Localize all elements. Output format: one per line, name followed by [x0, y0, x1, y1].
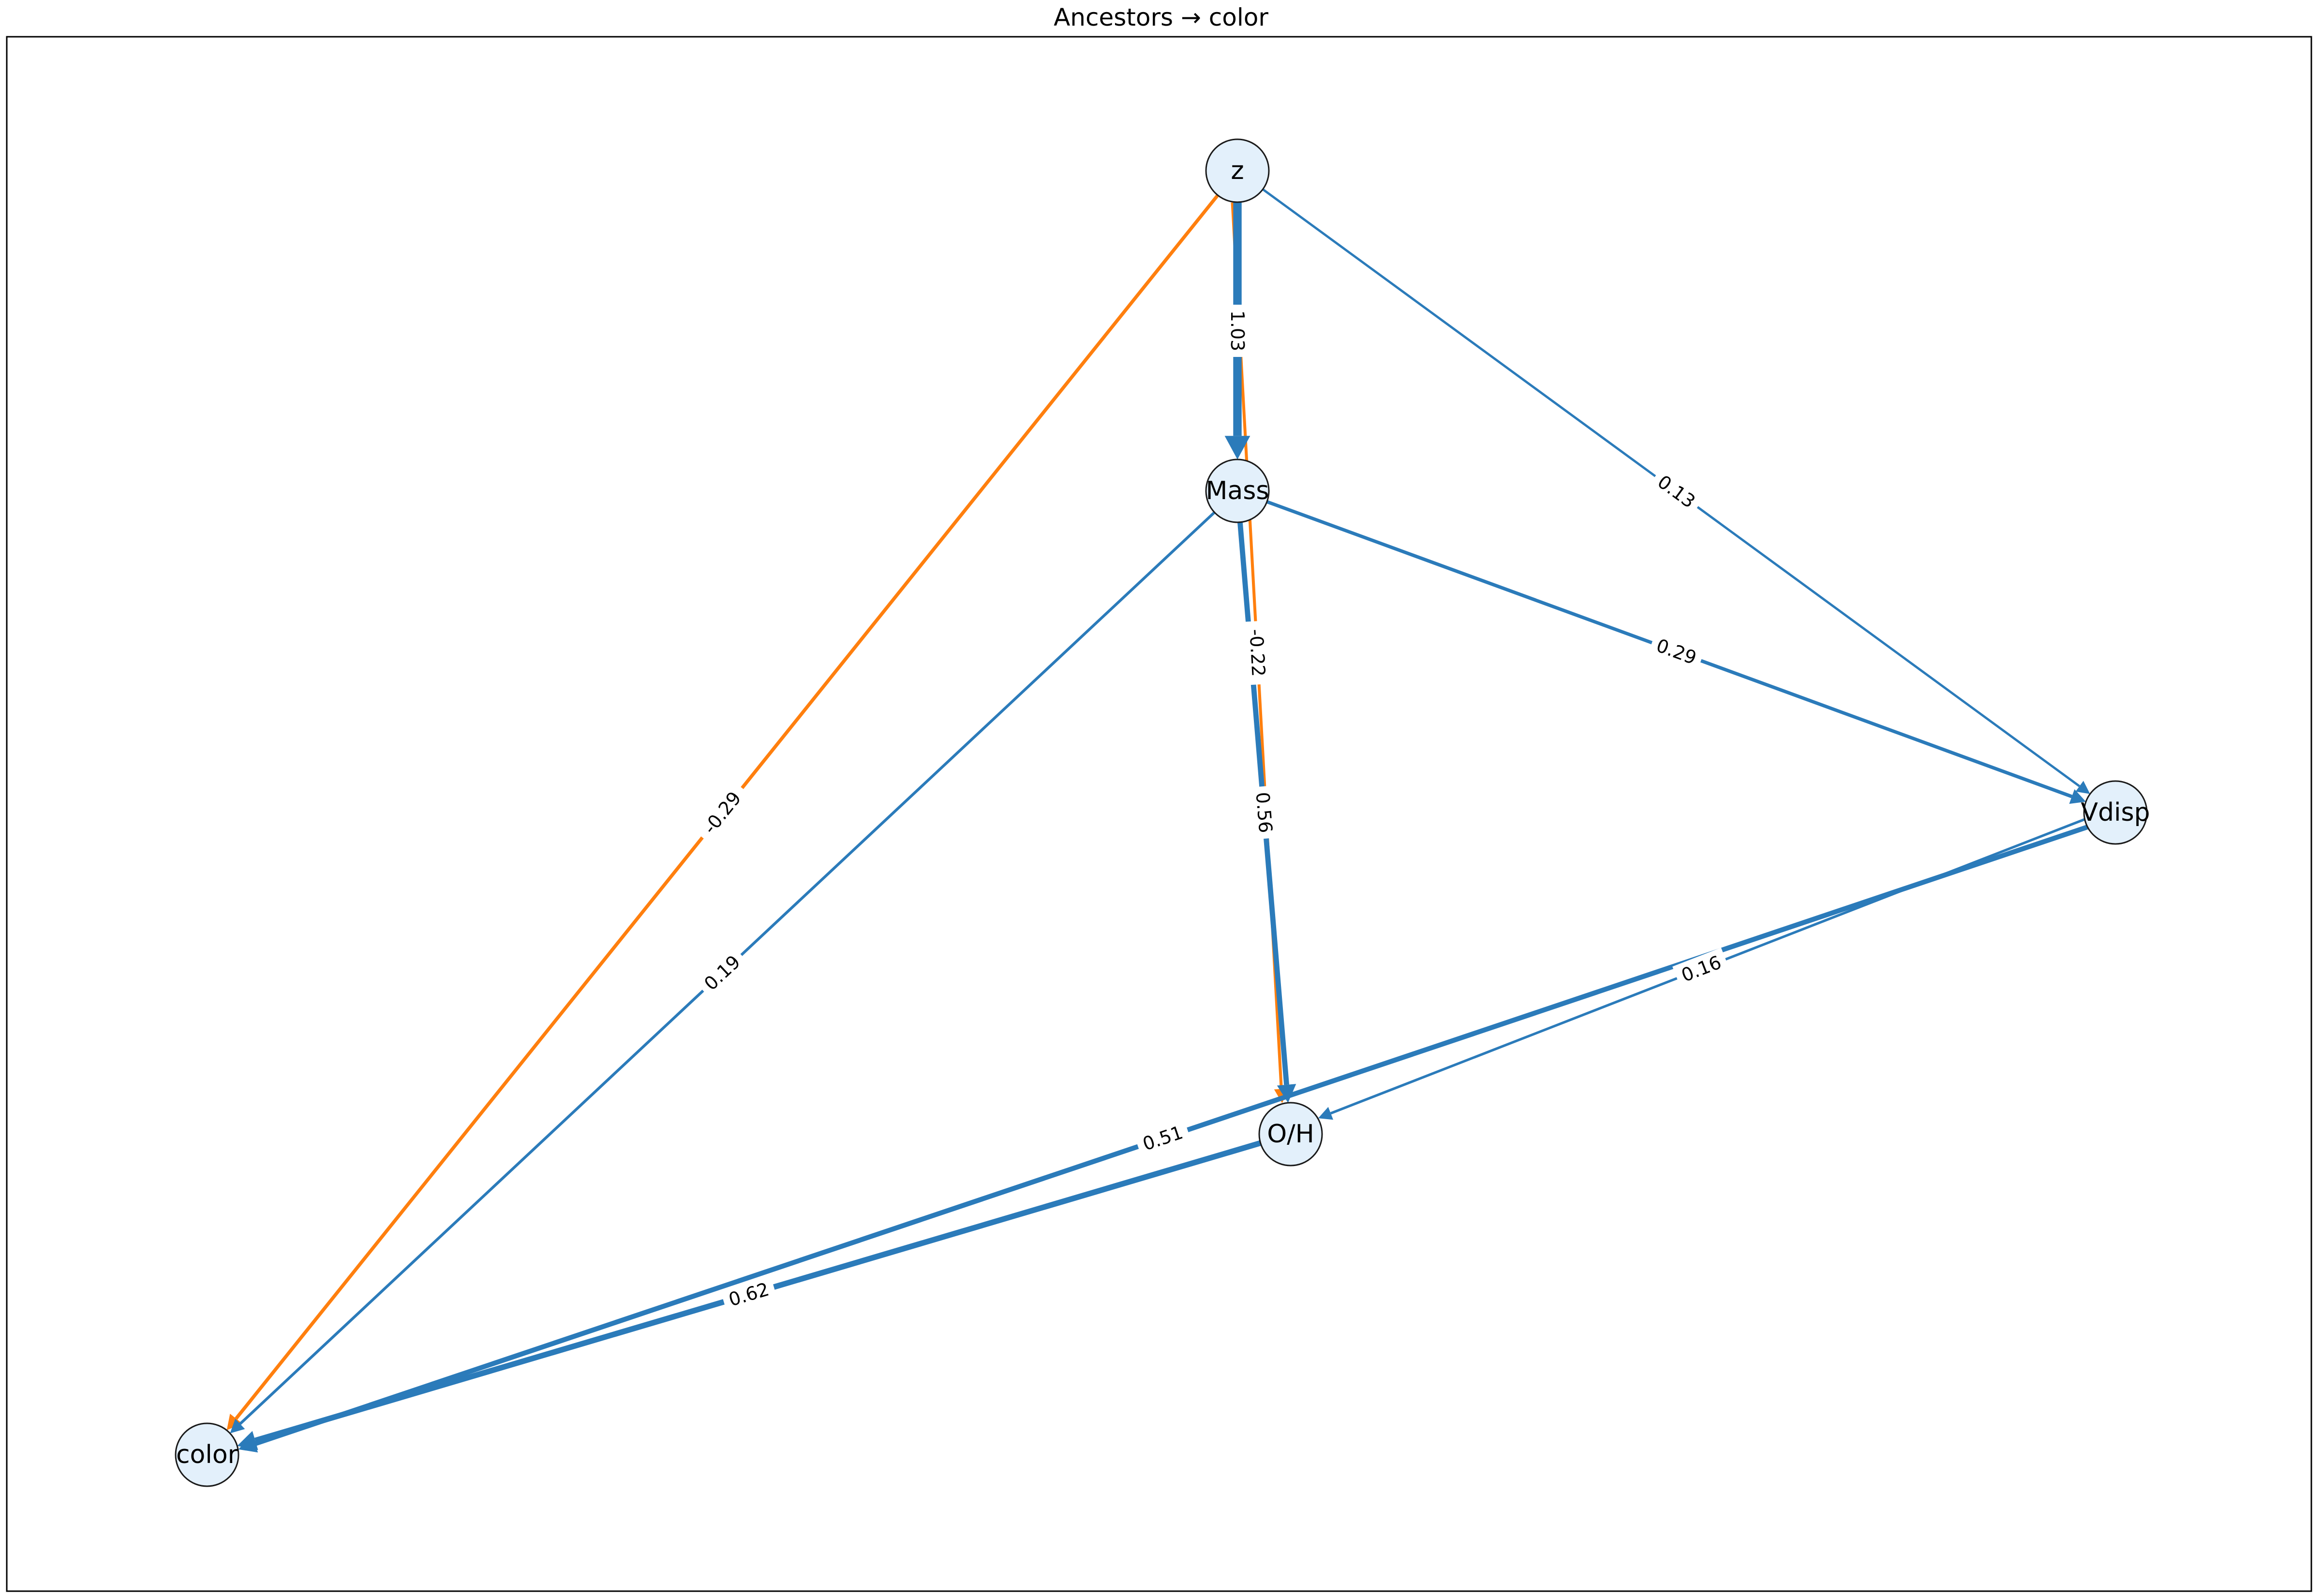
edge-label-z-color: -0.29	[692, 780, 752, 845]
node-label: Mass	[1206, 476, 1269, 505]
node-z: z	[1205, 138, 1270, 203]
causal-graph-canvas: -0.29-0.220.130.19 0.160.290.510.560.621.…	[6, 36, 2312, 1592]
edge-labels-layer: -0.29-0.220.130.19 0.160.290.510.560.621.…	[692, 305, 1730, 1314]
edge-label-oh-color: 0.62	[720, 1275, 778, 1314]
edges-layer	[226, 188, 2090, 1453]
node-label: Vdisp	[2081, 798, 2150, 827]
edge-label-z-mass: 1.03	[1225, 305, 1250, 357]
node-label: z	[1231, 156, 1244, 185]
edge-label-mass-vdisp: 0.29	[1647, 631, 1706, 673]
edge-arrowhead-z-vdisp	[2075, 781, 2090, 794]
edge-weight-label: 1.03	[1227, 310, 1248, 352]
node-mass: Mass	[1205, 458, 1270, 523]
nodes-layer: z Mass Vdisp O/H color	[175, 138, 2150, 1487]
node-oh: O/H	[1258, 1102, 1323, 1167]
edge-weight-label: -0.22	[1245, 628, 1269, 677]
edge-label-z-vdisp: 0.13	[1648, 466, 1705, 517]
node-color: color	[175, 1422, 239, 1487]
figure-title: Ancestors → color	[1054, 3, 1268, 31]
edge-label-vdisp-color: 0.51	[1134, 1118, 1192, 1159]
node-vdisp: Vdisp	[2081, 780, 2150, 845]
edge-weight-label: 0.56	[1252, 791, 1277, 834]
edge-label-vdisp-oh: 0.16	[1672, 947, 1730, 990]
edge-label-mass-oh: 0.56	[1249, 785, 1279, 840]
node-label: O/H	[1267, 1120, 1314, 1149]
edge-arrowhead-oh-color	[237, 1431, 258, 1450]
edge-label-z-oh: -0.22	[1243, 620, 1272, 685]
node-label: color	[176, 1440, 238, 1469]
